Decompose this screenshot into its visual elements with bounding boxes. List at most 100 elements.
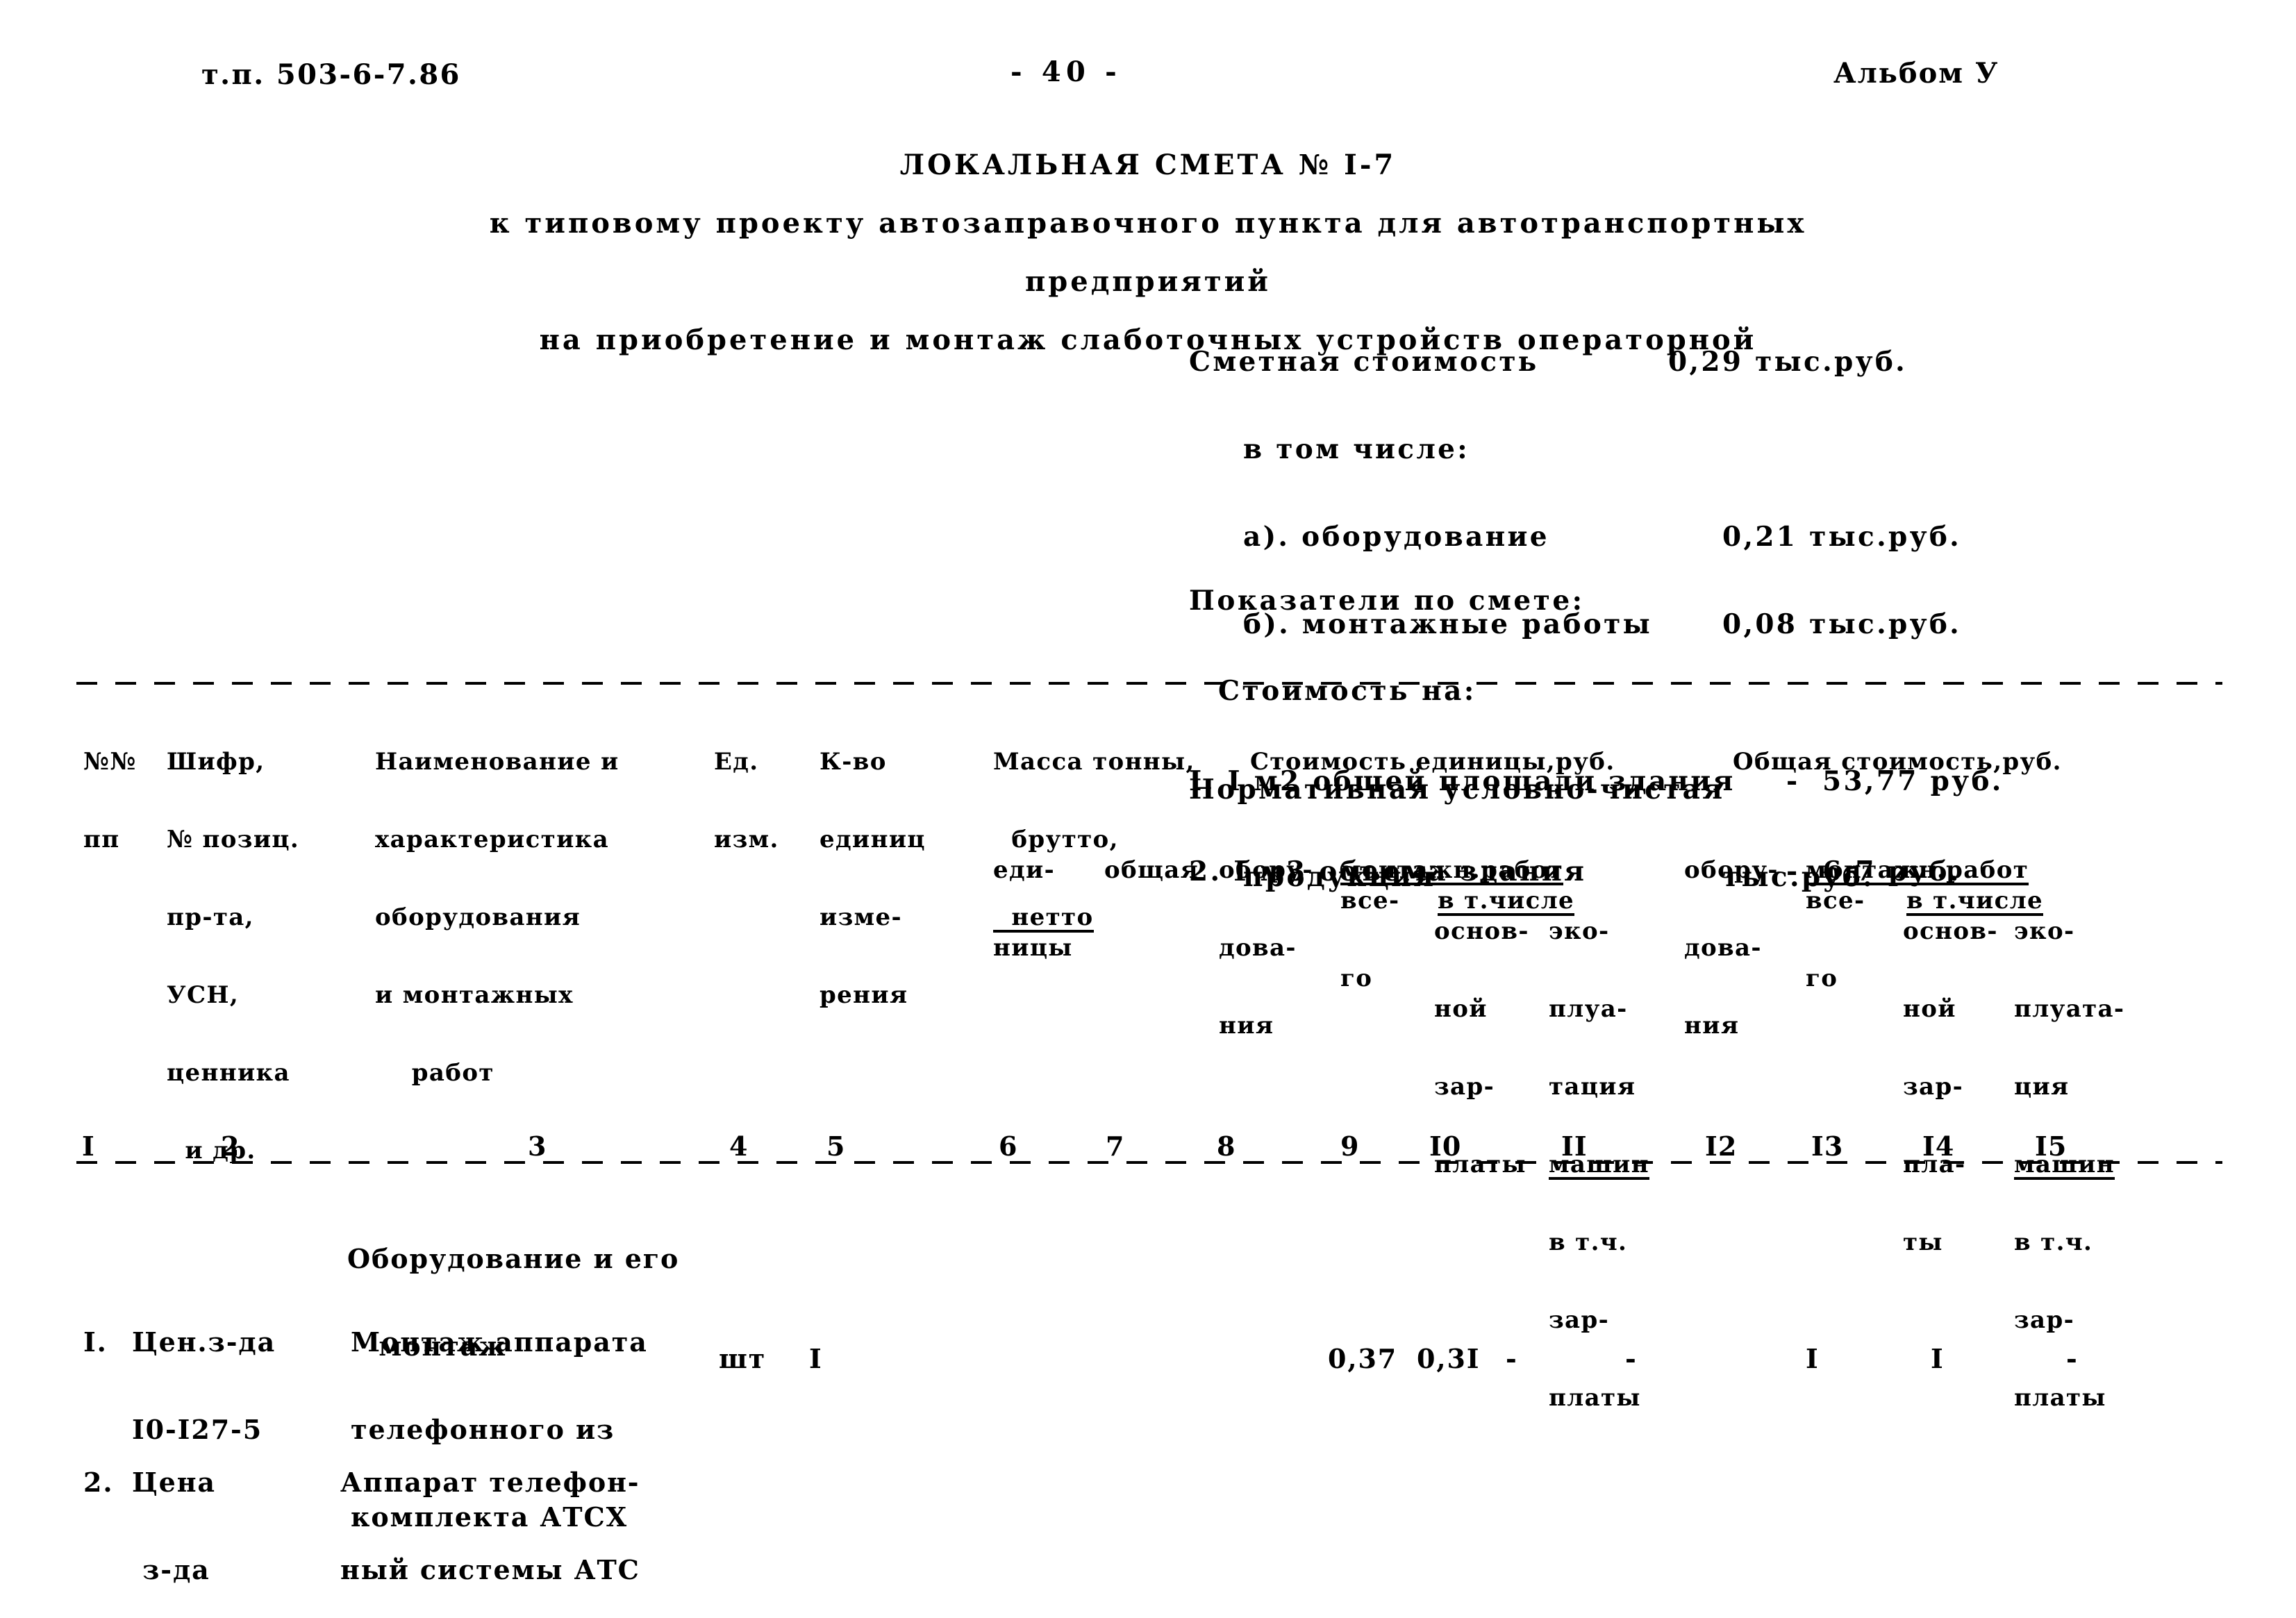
col3-line-1: Наименование и [375,748,619,776]
col2-line-2: № позиц. [167,826,300,853]
table-header-total-cost-group: Общая стоимость,руб. [1733,703,2062,804]
table-top-dashed-rule [76,682,2222,685]
col5-line-3: изме- [820,903,902,931]
row-1-total-equip: - [1625,1343,1638,1374]
row-1-total-install-total: I [1806,1343,1820,1374]
col8-line-2: дова- [1219,934,1297,962]
col5-line-2: единиц [820,826,926,853]
row-1-total-install-basic: I [1931,1343,1945,1374]
col2-line-1: Шифр, [167,748,265,776]
col11-line-5: в т.ч. [1549,1228,1628,1256]
column-number-5: 5 [826,1131,846,1162]
row-2-code-line-1: Цена [132,1467,216,1498]
row-1-total-install-mach: - [2066,1343,2079,1374]
col8-line-3: ния [1219,1012,1274,1040]
col5-line-1: К-во [820,748,887,776]
col11-line-2: плуа- [1549,995,1628,1023]
col1-line-2: пп [83,826,120,853]
column-number-6: 6 [999,1131,1018,1162]
column-number-7: 7 [1106,1131,1125,1162]
column-number-9: 9 [1340,1131,1360,1162]
column-number-13: I3 [1811,1131,1844,1162]
table-row[interactable]: 2. [83,1417,113,1531]
row-2-code: Цена з-да [132,1417,216,1618]
table-header-col5: К-во единиц изме- рения [820,703,926,1037]
col14-line-3: зар- [1903,1073,1964,1101]
col12-line-2: дова- [1684,934,1762,962]
col11-line-1: эко- [1549,917,1610,945]
row-1-unit-install-mach: - [1506,1343,1518,1374]
unit-cost-group-label: Стоимость единицы,руб. [1250,748,1615,776]
column-number-2: 2 [221,1131,240,1162]
col14-line-1: основ- [1903,917,1998,945]
mass-group-line-1: Масса тонны, [993,748,1195,776]
row-1-unit-install-total: 0,37 [1328,1343,1398,1374]
row-2-code-line-2: з-да [132,1554,210,1585]
table-column-numbers: I 2 3 4 5 6 7 8 9 I0 II I2 I3 I4 I5 [0,1133,2296,1169]
row-1-qty: I [809,1343,823,1374]
table-header-col14: основ- ной зар- пла- ты [1903,872,1998,1285]
column-number-3: 3 [528,1131,547,1162]
table-header-unit-cost-group: Стоимость единицы,руб. [1250,703,1615,804]
table-header-col1: №№ пп [83,703,137,882]
column-number-12: I2 [1705,1131,1738,1162]
document-code: т.п. 503-6-7.86 [201,58,461,91]
table-header-col6: еди- ницы [993,811,1073,990]
table-header-col3: Наименование и характеристика оборудован… [375,703,619,1115]
table-header-col13: все- го [1806,842,1865,1021]
including-label: в том числе: [1243,433,1470,465]
table-header-col8: обору- дова- ния [1219,811,1313,1068]
summary-row-estimate-cost: Сметная стоимость 0,29 тыс.руб. [1189,349,2021,382]
col11-line-3: тация [1549,1073,1636,1101]
table-header-col4: Ед. изм. [714,703,779,882]
col13-line-2: го [1806,965,1838,992]
col10-line-2: ной [1434,995,1488,1023]
col13-line-1: все- [1806,887,1865,915]
col8-line-1: обору- [1219,856,1313,884]
table-header-col9: все- го [1340,842,1400,1021]
col14-line-5: ты [1903,1228,1943,1256]
column-number-8: 8 [1217,1131,1236,1162]
column-number-11: II [1561,1131,1588,1162]
column-number-14: I4 [1922,1131,1955,1162]
column-number-4: 4 [729,1131,749,1162]
col15-line-1: эко- [2014,917,2075,945]
col3-line-5: работ [375,1059,494,1087]
col12-line-3: ния [1684,1012,1740,1040]
col11-line-7: платы [1549,1384,1641,1412]
row-1-unit-install-basic: 0,3I [1417,1343,1481,1374]
table-row[interactable]: I. [83,1276,108,1390]
indicators-heading: Показатели по смете: [1189,585,1585,617]
col5-line-4: рения [820,981,908,1009]
table-header-col7: общая [1104,811,1199,912]
row-2-name-line-1: Аппарат телефон- [340,1467,640,1498]
title-line-1: ЛОКАЛЬНАЯ СМЕТА № I-7 [899,149,1397,181]
col10-line-3: зар- [1434,1073,1495,1101]
total-cost-group-label: Общая стоимость,руб. [1733,748,2062,776]
table-header-col2: Шифр, № позиц. пр-та, УСН, ценника и др. [167,703,299,1193]
col9-line-1: все- [1340,887,1400,915]
album-label: Альбом У [1833,57,1999,90]
column-number-1: I [82,1131,95,1162]
row-1-name-line-1: Монтаж аппарата [351,1326,648,1358]
col12-line-1: обору- [1684,856,1779,884]
row-1-unit: шт [719,1343,767,1374]
col10-line-1: основ- [1434,917,1529,945]
col15-line-5: в т.ч. [2014,1228,2093,1256]
row-1-number: I. [83,1326,108,1358]
col3-line-2: характеристика [375,826,609,853]
col2-line-4: УСН, [167,981,240,1009]
col3-line-4: и монтажных [375,981,574,1009]
row-1-code-line-1: Цен.з-да [132,1326,276,1358]
col4-line-2: изм. [714,826,779,853]
column-number-15: I5 [2035,1131,2068,1162]
row-2-number: 2. [83,1467,114,1498]
section-title-line-1: Оборудование и его [347,1243,680,1274]
col15-line-3: ция [2014,1073,2070,1101]
col3-line-3: оборудования [375,903,581,931]
col1-line-1: №№ [83,748,137,776]
row-2-name: Аппарат телефон- ный системы АТС [340,1417,640,1618]
col4-line-1: Ед. [714,748,759,776]
column-number-10: I0 [1429,1131,1462,1162]
col14-line-2: ной [1903,995,1956,1023]
